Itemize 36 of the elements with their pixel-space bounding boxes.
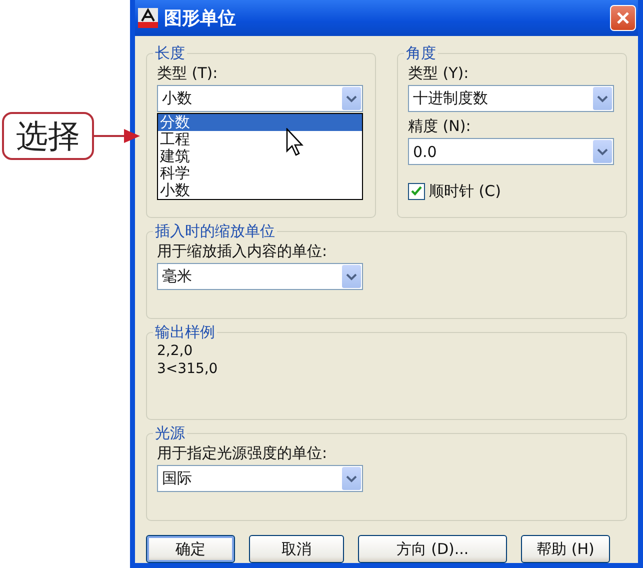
app-icon: [138, 8, 158, 28]
window-title: 图形单位: [164, 7, 237, 30]
dialog-button[interactable]: 取消: [249, 535, 344, 563]
close-button[interactable]: [610, 5, 636, 31]
mouse-cursor-icon: [286, 128, 305, 156]
checkbox-label: 顺时针 (C): [429, 181, 501, 201]
chevron-down-icon: [346, 272, 357, 280]
angle-type-dropdown[interactable]: 十进制度数: [408, 85, 614, 112]
sample-text: 3<315,0: [157, 360, 219, 378]
callout-label: 选择: [2, 112, 94, 160]
group-title: 角度: [405, 44, 437, 63]
pointer-arrow: [94, 128, 140, 144]
length-type-dropdown[interactable]: 小数: [157, 85, 363, 112]
group-title: 输出样例: [154, 323, 216, 342]
lighting-unit-dropdown[interactable]: 国际: [157, 465, 363, 492]
dialog-button[interactable]: 方向 (D)...: [358, 535, 507, 563]
group-title: 插入时的缩放单位: [154, 222, 276, 241]
group-title: 光源: [154, 424, 186, 443]
insertion-unit-dropdown[interactable]: 毫米: [157, 263, 363, 290]
checkbox[interactable]: [408, 182, 425, 200]
chevron-down-icon: [346, 94, 357, 102]
group-title: 长度: [154, 44, 186, 63]
sample-text: 2,2,0: [157, 342, 194, 360]
field-label: 用于指定光源强度的单位:: [157, 443, 328, 463]
close-icon: [616, 11, 630, 25]
chevron-down-icon: [346, 474, 357, 482]
field-label: 类型 (Y):: [408, 63, 470, 83]
field-label: 用于缩放插入内容的单位:: [157, 241, 328, 261]
dropdown-option[interactable]: 分数: [158, 114, 362, 131]
dialog-button[interactable]: 帮助 (H): [521, 535, 610, 563]
field-label: 类型 (T):: [157, 63, 219, 83]
dialog-button[interactable]: 确定: [146, 535, 235, 563]
field-label: 精度 (N):: [408, 116, 472, 136]
chevron-down-icon: [597, 148, 608, 156]
precision-dropdown[interactable]: 0.0: [408, 138, 614, 165]
chevron-down-icon: [597, 94, 608, 102]
